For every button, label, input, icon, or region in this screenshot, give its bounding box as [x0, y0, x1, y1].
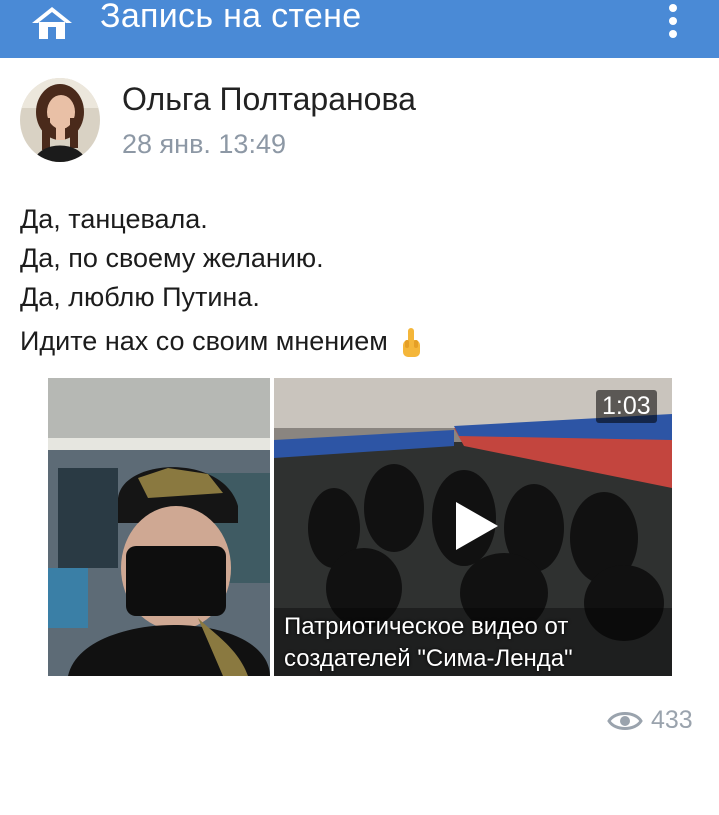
video-attachment[interactable]: 1:03 Патриотическое видео от создателей …: [274, 378, 672, 676]
video-title-line: создателей "Сима-Ленда": [284, 645, 573, 672]
eye-icon: [607, 711, 643, 730]
video-duration-badge: 1:03: [596, 390, 657, 423]
video-title-line: Патриотическое видео от: [284, 613, 569, 640]
page-title: Запись на стене: [100, 0, 362, 35]
views-count: 433: [651, 706, 693, 734]
avatar[interactable]: [20, 78, 100, 162]
post-text-line: Да, по своему желанию.: [20, 243, 324, 273]
views-counter: 433: [607, 706, 693, 735]
middle-finger-icon: [403, 327, 421, 357]
vertical-dots-icon[interactable]: [664, 4, 682, 38]
top-app-bar: Запись на стене: [0, 0, 719, 58]
post-text-line: Идите нах со своим мнением: [20, 326, 388, 356]
home-icon[interactable]: [30, 5, 74, 39]
post-text-line-last: Идите нах со своим мнением: [20, 322, 423, 361]
play-icon[interactable]: [450, 500, 500, 552]
post-text: Да, танцевала. Да, по своему желанию. Да…: [20, 200, 423, 361]
author-name[interactable]: Ольга Полтаранова: [122, 81, 416, 118]
photo-thumbnail[interactable]: [48, 378, 270, 676]
video-title: Патриотическое видео от создателей "Сима…: [284, 611, 666, 675]
post-text-line: Да, танцевала.: [20, 204, 208, 234]
post-date: 28 янв. 13:49: [122, 129, 286, 159]
post-text-line: Да, люблю Путина.: [20, 282, 260, 312]
